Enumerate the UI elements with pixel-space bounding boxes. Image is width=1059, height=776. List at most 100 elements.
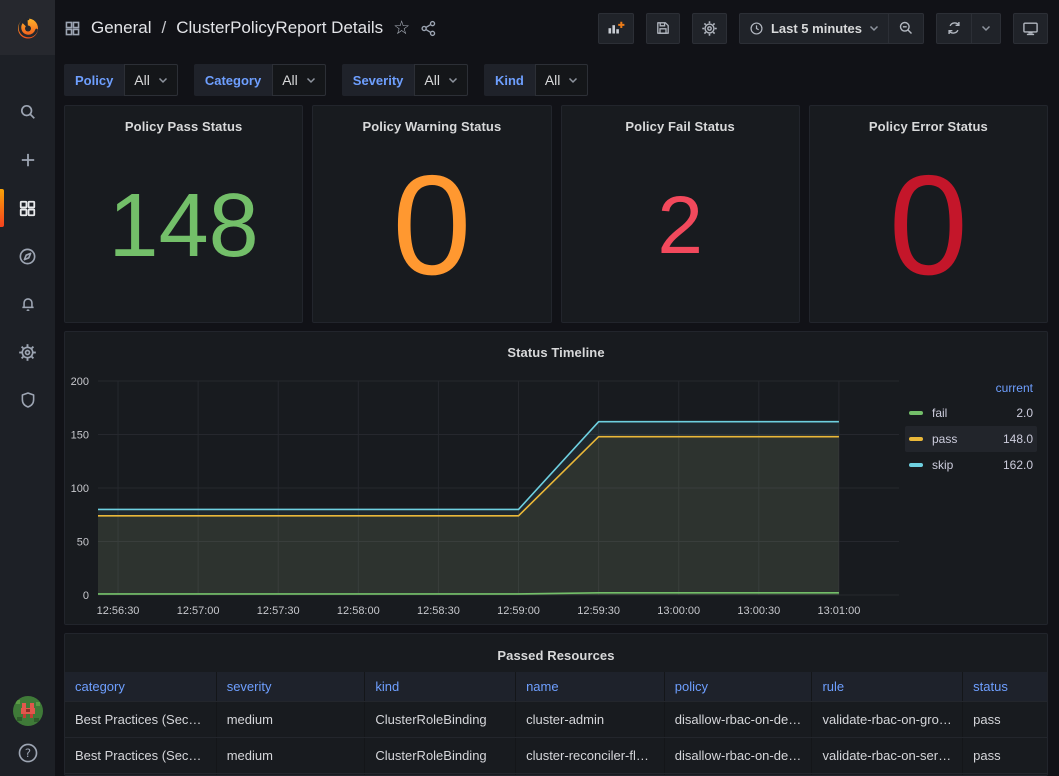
- sidebar-item-alerting[interactable]: [0, 280, 55, 328]
- column-header-status[interactable]: status: [963, 672, 1047, 701]
- svg-text:12:58:30: 12:58:30: [417, 605, 460, 617]
- column-header-kind[interactable]: kind: [365, 672, 516, 701]
- svg-text:12:59:30: 12:59:30: [577, 605, 620, 617]
- breadcrumb: General / ClusterPolicyReport Details ☆: [64, 18, 598, 38]
- svg-text:12:59:00: 12:59:00: [497, 605, 540, 617]
- zoom-out-button[interactable]: [889, 14, 923, 43]
- dashboards-icon: [18, 199, 37, 218]
- svg-text:13:01:00: 13:01:00: [818, 605, 861, 617]
- grafana-app: ? General / ClusterPolicyReport Details …: [0, 0, 1059, 776]
- cell-category: Best Practices (Sec…: [65, 702, 217, 737]
- cell-empty: [812, 774, 963, 775]
- help-icon[interactable]: ?: [17, 742, 39, 764]
- column-header-category[interactable]: category: [65, 672, 217, 701]
- table-row-partial: [65, 773, 1047, 775]
- clock-icon: [749, 21, 764, 36]
- filter-label-kind: Kind: [484, 64, 535, 96]
- column-header-severity[interactable]: severity: [217, 672, 366, 701]
- svg-text:12:58:00: 12:58:00: [337, 605, 380, 617]
- status-timeline-chart[interactable]: 05010015020012:56:3012:57:0012:57:3012:5…: [65, 332, 1047, 624]
- legend-calc-header[interactable]: current: [905, 376, 1037, 400]
- legend-swatch-pass[interactable]: [909, 437, 923, 441]
- template-variable-filters: PolicyAllCategoryAllSeverityAllKindAll: [64, 64, 1048, 96]
- legend-series-name[interactable]: fail: [932, 406, 1016, 420]
- filter-value-category[interactable]: All: [272, 64, 326, 96]
- time-range-label: Last 5 minutes: [771, 21, 862, 36]
- filter-value-kind[interactable]: All: [535, 64, 589, 96]
- alerting-bell-icon: [19, 295, 37, 313]
- cycle-view-mode-button[interactable]: [1013, 13, 1048, 44]
- svg-text:?: ?: [24, 746, 30, 760]
- filter-value-policy[interactable]: All: [124, 64, 178, 96]
- cell-status: pass: [963, 738, 1047, 773]
- star-icon[interactable]: ☆: [393, 19, 410, 38]
- svg-text:13:00:00: 13:00:00: [657, 605, 700, 617]
- sidebar-item-dashboards[interactable]: [0, 184, 55, 232]
- time-range-picker[interactable]: Last 5 minutes: [740, 14, 888, 43]
- refresh-interval-picker[interactable]: [972, 14, 1000, 43]
- stat-panel-policy-error-status: Policy Error Status0: [809, 105, 1048, 323]
- dashboard-settings-button[interactable]: [692, 13, 727, 44]
- cell-empty: [516, 774, 665, 775]
- table-row: Best Practices (Sec…mediumClusterRoleBin…: [65, 701, 1047, 737]
- sidebar-nav: [0, 88, 55, 424]
- breadcrumb-separator: /: [161, 18, 166, 38]
- sidebar-item-search[interactable]: [0, 88, 55, 136]
- user-avatar[interactable]: [13, 696, 43, 726]
- dashboard-settings-icon: [701, 20, 718, 37]
- cell-kind: ClusterRoleBinding: [365, 738, 516, 773]
- page-title: ClusterPolicyReport Details: [176, 18, 383, 38]
- svg-text:13:00:30: 13:00:30: [737, 605, 780, 617]
- legend-swatch-fail[interactable]: [909, 411, 923, 415]
- stat-value-policy-pass-status: 148: [65, 130, 302, 322]
- stat-value-policy-error-status: 0: [810, 130, 1047, 322]
- panel-title[interactable]: Passed Resources: [65, 640, 1047, 670]
- legend-row-pass: pass148.0: [905, 426, 1037, 452]
- chart-legend: currentfail2.0pass148.0skip162.0: [905, 376, 1037, 478]
- filter-category: CategoryAll: [194, 64, 326, 96]
- column-header-rule[interactable]: rule: [812, 672, 963, 701]
- svg-text:0: 0: [83, 590, 89, 602]
- save-dashboard-button[interactable]: [646, 13, 680, 44]
- cell-name: cluster-admin: [516, 702, 665, 737]
- refresh-button[interactable]: [937, 14, 971, 43]
- svg-text:12:57:00: 12:57:00: [177, 605, 220, 617]
- legend-swatch-skip[interactable]: [909, 463, 923, 467]
- add-panel-icon: [607, 20, 625, 36]
- add-panel-button[interactable]: [598, 13, 634, 44]
- sidebar-item-explore[interactable]: [0, 232, 55, 280]
- sidebar-item-configuration[interactable]: [0, 328, 55, 376]
- sidebar: ?: [0, 0, 55, 776]
- filter-kind: KindAll: [484, 64, 588, 96]
- zoom-out-icon: [898, 20, 914, 36]
- apps-grid-icon: [64, 20, 81, 37]
- legend-series-name[interactable]: skip: [932, 458, 1003, 472]
- stat-panels-row: Policy Pass Status148Policy Warning Stat…: [64, 105, 1048, 323]
- chevron-down-icon: [568, 76, 578, 84]
- stat-panel-policy-pass-status: Policy Pass Status148: [64, 105, 303, 323]
- cell-empty: [65, 774, 217, 775]
- svg-text:12:57:30: 12:57:30: [257, 605, 300, 617]
- grafana-logo-icon[interactable]: [0, 0, 55, 55]
- server-admin-shield-icon: [19, 391, 37, 409]
- legend-series-name[interactable]: pass: [932, 432, 1003, 446]
- main-content: General / ClusterPolicyReport Details ☆: [55, 0, 1059, 776]
- svg-text:12:56:30: 12:56:30: [97, 605, 140, 617]
- svg-text:50: 50: [77, 537, 89, 549]
- column-header-policy[interactable]: policy: [665, 672, 813, 701]
- breadcrumb-folder[interactable]: General: [91, 18, 151, 38]
- column-header-name[interactable]: name: [516, 672, 665, 701]
- sidebar-bottom: ?: [13, 696, 43, 776]
- legend-row-skip: skip162.0: [905, 452, 1037, 478]
- filter-value-severity[interactable]: All: [414, 64, 468, 96]
- cell-policy: disallow-rbac-on-de…: [665, 702, 813, 737]
- sidebar-item-create[interactable]: [0, 136, 55, 184]
- svg-text:100: 100: [71, 483, 89, 495]
- chevron-down-icon: [306, 76, 316, 84]
- cell-empty: [963, 774, 1047, 775]
- cell-name: cluster-reconciler-fl…: [516, 738, 665, 773]
- share-icon[interactable]: [420, 20, 437, 37]
- sidebar-item-server-admin[interactable]: [0, 376, 55, 424]
- cell-category: Best Practices (Sec…: [65, 738, 217, 773]
- filter-label-policy: Policy: [64, 64, 124, 96]
